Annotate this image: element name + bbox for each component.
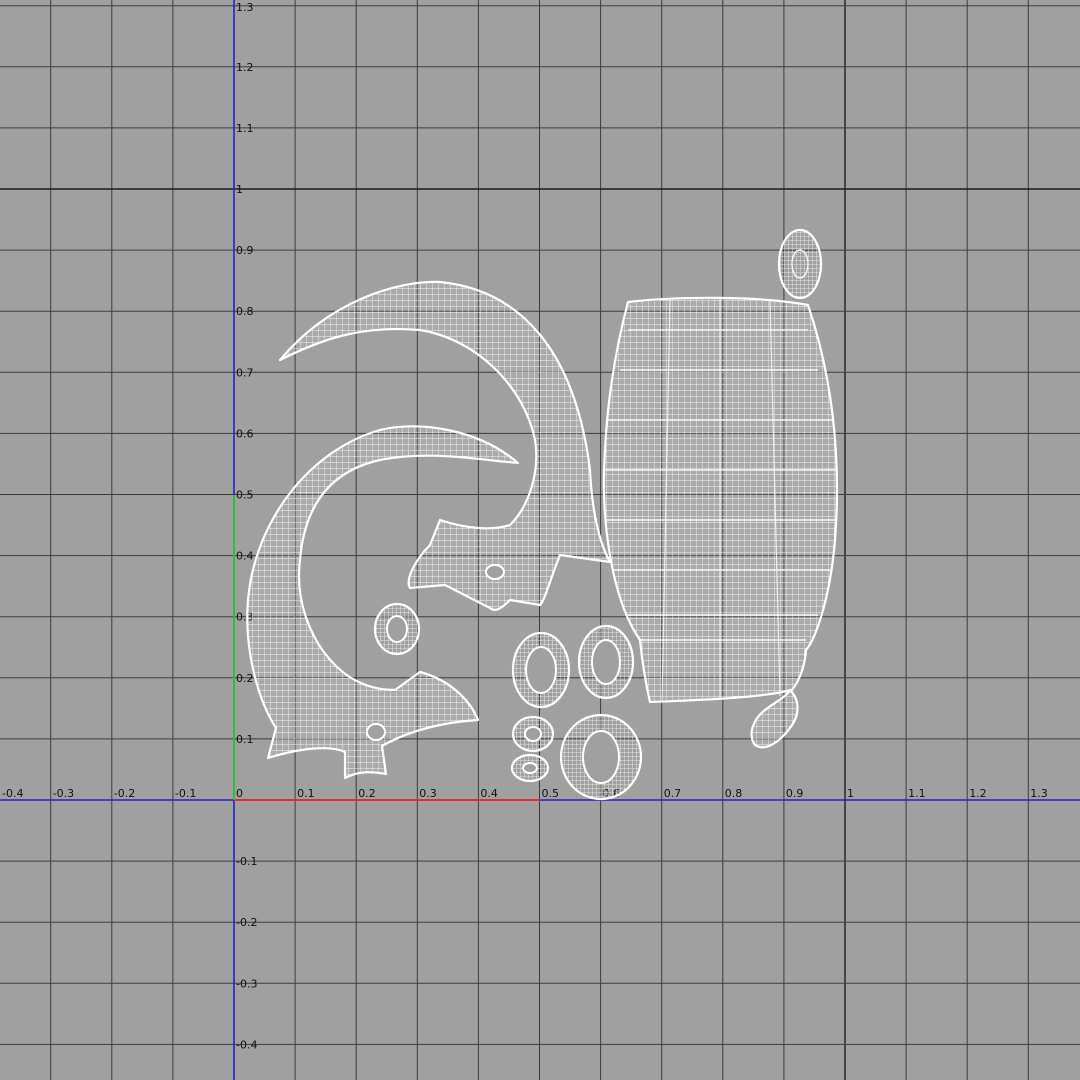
v-tick-label: -0.1 [236,855,257,868]
uv-island-ring-b[interactable] [511,631,571,709]
u-tick-label: 0.2 [358,787,376,800]
u-tick-label: 0.8 [725,787,743,800]
u-tick-label: 0.7 [664,787,682,800]
v-tick-label: 0.4 [236,550,254,563]
u-tick-label: 1.1 [908,787,926,800]
v-tick-label: 1.1 [236,122,254,135]
u-tick-label: -0.2 [114,787,135,800]
uv-island-ring-d[interactable] [511,715,555,753]
u-tick-label: 1 [847,787,854,800]
uv-island-ring-e[interactable] [510,753,550,783]
u-tick-label: 0.1 [297,787,315,800]
v-tick-label: -0.3 [236,977,257,990]
v-tick-label: 0.5 [236,489,254,502]
u-tick-label: 0.4 [480,787,498,800]
v-tick-label: 0.2 [236,672,254,685]
uv-island-barrel[interactable] [602,296,839,704]
u-tick-label: 0 [236,787,243,800]
u-tick-label: 0.9 [786,787,804,800]
v-tick-label: 0.8 [236,305,254,318]
u-tick-label: 1.2 [969,787,987,800]
u-tick-label: -0.4 [2,787,23,800]
uv-editor-viewport[interactable]: -0.4 -0.3 -0.2 -0.1 0 0.1 0.2 0.3 0.4 0.5 0.6 0.7 0.… [0,0,1080,1080]
v-tick-label: 1.3 [236,1,254,14]
v-tick-label: 1 [236,183,243,196]
uv-island-ring-f[interactable] [559,713,643,801]
v-tick-label: 0.9 [236,244,254,257]
u-tick-label: 0.3 [419,787,437,800]
uv-island-ring-c[interactable] [577,624,635,700]
v-tick-label: 0.1 [236,733,254,746]
u-tick-label: -0.3 [53,787,74,800]
u-tick-label: 0.5 [542,787,560,800]
uv-islands [246,228,839,801]
v-tick-label: 0.6 [236,427,254,440]
uv-island-barrel-top-cap[interactable] [777,228,823,300]
v-tick-label: 0.7 [236,366,254,379]
v-tick-label: -0.2 [236,916,257,929]
v-tick-label: 1.2 [236,61,254,74]
u-tick-label: 1.3 [1030,787,1048,800]
u-tick-label: -0.1 [175,787,196,800]
v-tick-label: -0.4 [236,1038,257,1051]
uv-island-ring-a[interactable] [373,602,421,656]
